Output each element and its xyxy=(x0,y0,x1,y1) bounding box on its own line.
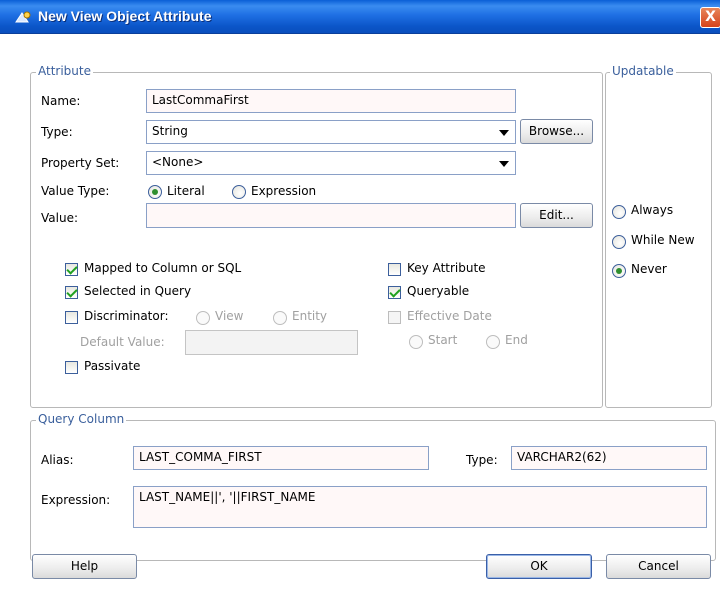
cancel-button[interactable]: Cancel xyxy=(606,554,711,579)
passivate-label: Passivate xyxy=(84,359,141,373)
end-radio[interactable] xyxy=(486,335,500,349)
property-set-label: Property Set: xyxy=(41,156,120,170)
literal-radio[interactable] xyxy=(148,185,162,199)
while-new-radio[interactable] xyxy=(612,235,626,249)
key-attribute-label: Key Attribute xyxy=(407,261,486,275)
always-radio[interactable] xyxy=(612,205,626,219)
expression-label: Expression: xyxy=(41,493,111,507)
close-icon: X xyxy=(705,9,716,25)
query-column-legend: Query Column xyxy=(36,412,127,426)
value-label: Value: xyxy=(41,211,78,225)
alias-field[interactable]: LAST_COMMA_FIRST xyxy=(133,446,429,470)
property-set-value: <None> xyxy=(152,155,204,169)
property-set-dropdown[interactable]: <None> xyxy=(146,151,516,175)
query-type-field[interactable]: VARCHAR2(62) xyxy=(511,446,707,470)
literal-label: Literal xyxy=(167,184,205,198)
queryable-checkbox[interactable] xyxy=(388,286,401,299)
entity-radio[interactable] xyxy=(273,311,287,325)
chevron-down-icon xyxy=(499,130,509,136)
value-field[interactable] xyxy=(146,203,516,228)
type-value: String xyxy=(152,124,188,138)
discriminator-checkbox[interactable] xyxy=(65,311,78,324)
selected-in-query-label: Selected in Query xyxy=(84,284,192,298)
selected-in-query-checkbox[interactable] xyxy=(65,286,78,299)
always-label: Always xyxy=(631,203,674,217)
end-label: End xyxy=(505,333,528,347)
chevron-down-icon xyxy=(499,161,509,167)
ok-button[interactable]: OK xyxy=(486,554,592,579)
title-bar[interactable]: New View Object Attribute X xyxy=(0,0,720,34)
attribute-legend: Attribute xyxy=(36,64,93,78)
never-radio[interactable] xyxy=(612,264,626,278)
expression-field[interactable]: LAST_NAME||', '||FIRST_NAME xyxy=(133,486,707,528)
while-new-label: While New xyxy=(631,233,695,247)
name-label: Name: xyxy=(41,94,81,108)
value-type-label: Value Type: xyxy=(41,184,110,198)
start-label: Start xyxy=(428,333,458,347)
alias-label: Alias: xyxy=(41,453,74,467)
discriminator-label: Discriminator: xyxy=(84,309,169,323)
query-type-label: Type: xyxy=(466,453,498,467)
start-radio[interactable] xyxy=(409,335,423,349)
effective-date-checkbox[interactable] xyxy=(388,311,401,324)
mapped-checkbox[interactable] xyxy=(65,263,78,276)
queryable-label: Queryable xyxy=(407,284,470,298)
dialog-body: Attribute Name: LastCommaFirst Type: Str… xyxy=(0,34,720,596)
view-radio[interactable] xyxy=(196,311,210,325)
close-button[interactable]: X xyxy=(700,7,720,28)
entity-label: Entity xyxy=(292,309,328,323)
mapped-label: Mapped to Column or SQL xyxy=(84,261,242,275)
edit-button[interactable]: Edit... xyxy=(520,203,593,228)
type-dropdown[interactable]: String xyxy=(146,120,516,144)
default-value-label: Default Value: xyxy=(80,335,165,349)
view-label: View xyxy=(215,309,244,323)
default-value-field[interactable] xyxy=(185,330,358,355)
passivate-checkbox[interactable] xyxy=(65,361,78,374)
never-label: Never xyxy=(631,262,667,276)
updatable-legend: Updatable xyxy=(610,64,676,78)
expression-radio[interactable] xyxy=(232,185,246,199)
name-field[interactable]: LastCommaFirst xyxy=(146,89,516,113)
window-title: New View Object Attribute xyxy=(38,8,212,24)
effective-date-label: Effective Date xyxy=(407,309,492,323)
key-attribute-checkbox[interactable] xyxy=(388,263,401,276)
help-button[interactable]: Help xyxy=(32,554,137,579)
browse-button[interactable]: Browse... xyxy=(520,119,593,144)
view-object-icon xyxy=(14,10,32,24)
type-label: Type: xyxy=(41,125,73,139)
expression-label: Expression xyxy=(251,184,317,198)
